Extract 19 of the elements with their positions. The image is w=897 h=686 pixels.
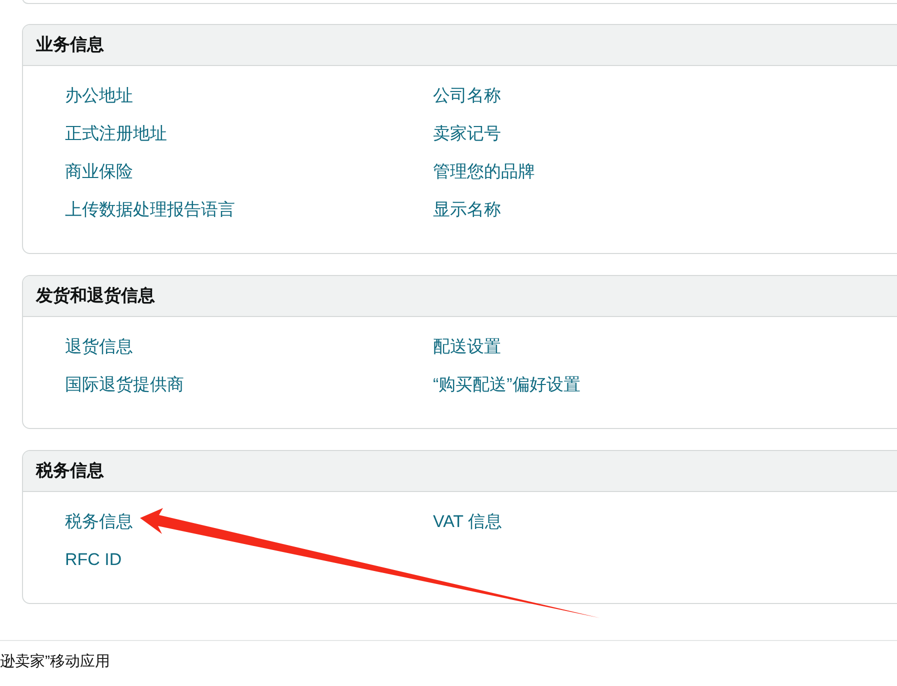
settings-link[interactable]: 退货信息 [65,337,133,356]
section-title: 业务信息 [36,34,104,56]
settings-link[interactable]: 配送设置 [433,337,501,356]
settings-link[interactable]: RFC ID [65,550,122,569]
settings-link[interactable]: 卖家记号 [433,124,501,143]
settings-link[interactable]: “购买配送”偏好设置 [433,375,580,394]
section-title: 税务信息 [36,460,104,482]
settings-link[interactable]: 办公地址 [65,86,133,105]
settings-link[interactable]: 正式注册地址 [65,124,167,143]
section-title: 发货和退货信息 [36,285,155,308]
settings-link[interactable]: 管理您的品牌 [433,162,535,181]
settings-link[interactable]: 国际退货提供商 [65,375,184,394]
settings-link[interactable]: 上传数据处理报告语言 [65,200,235,219]
settings-link[interactable]: 商业保险 [65,162,133,181]
settings-link[interactable]: 公司名称 [433,86,501,105]
footer-text: 逊卖家”移动应用 [0,653,110,670]
settings-link[interactable]: 显示名称 [433,200,501,219]
settings-link[interactable]: 税务信息 [65,512,133,531]
settings-link[interactable]: VAT 信息 [433,512,502,531]
